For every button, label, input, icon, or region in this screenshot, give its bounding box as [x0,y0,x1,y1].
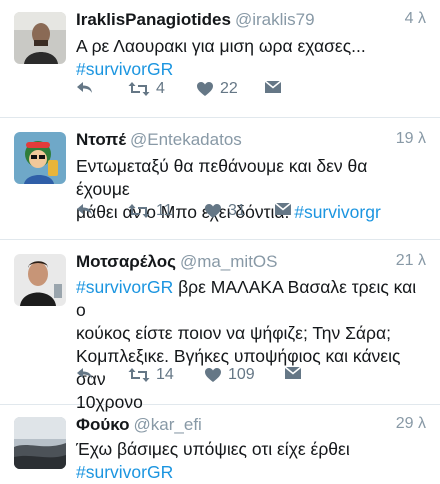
retweet-count: 11 [156,202,173,219]
direct-message-button[interactable] [274,202,292,216]
direct-message-button[interactable] [284,366,302,380]
reply-button[interactable] [76,366,94,382]
tweet-4[interactable]: Φούκο @kar_efi 29 λ Έχω βάσιμες υπόψιες ο… [0,405,440,484]
like-button[interactable]: 22 [196,80,238,98]
tweet-text: Α ρε Λαουρακι για μιση ωρα εχασες... #su… [76,35,424,81]
reply-button[interactable] [76,80,94,96]
envelope-icon [264,80,282,93]
tweet-3[interactable]: Μοτσαρέλος @ma_mitOS 21 λ #survivorGR βρε… [0,240,440,412]
timestamp[interactable]: 29 λ [396,415,426,433]
reply-button[interactable] [76,202,94,218]
tweet-actions: 4 22 [76,80,416,102]
reply-icon [77,368,92,379]
retweet-icon [128,82,150,96]
tweet-text-line: Α ρε Λαουρακι για μιση ωρα εχασες... [76,36,366,56]
like-count: 31 [228,202,246,219]
timestamp[interactable]: 4 λ [405,10,426,28]
reply-icon [77,204,92,215]
tweet-header: Φούκο @kar_efi 29 λ [76,415,426,439]
tweet-text-line: κούκος είστε ποιον να ψήφιζε; Την Σάρα; [76,323,391,343]
tweet-header: IraklisPanagiotides @iraklis79 4 λ [76,10,426,34]
user-handle[interactable]: @kar_efi [134,415,202,434]
like-count: 22 [220,80,238,97]
hashtag-link[interactable]: #survivorGR [76,59,173,79]
timestamp[interactable]: 19 λ [396,130,426,148]
tweet-2[interactable]: Ντοπέ @Entekadatos 19 λ Εντωμεταξύ θα πεθ… [0,118,440,240]
display-name[interactable]: IraklisPanagiotides [76,10,231,29]
avatar-fouko[interactable] [14,417,66,469]
retweet-count: 14 [156,366,174,383]
retweet-button[interactable]: 11 [128,202,173,220]
hashtag-link[interactable]: #survivorGR [76,462,173,482]
like-button[interactable]: 109 [204,366,255,384]
tweet-feed: IraklisPanagiotides @iraklis79 4 λ Α ρε Λ… [0,0,440,484]
tweet-header: Μοτσαρέλος @ma_mitOS 21 λ [76,252,426,276]
tweet-header: Ντοπέ @Entekadatos 19 λ [76,130,426,154]
avatar-ntope[interactable] [14,132,66,184]
direct-message-button[interactable] [264,80,282,94]
tweet-actions: 11 31 [76,202,416,224]
display-name[interactable]: Ντοπέ [76,130,126,149]
timestamp[interactable]: 21 λ [396,252,426,270]
retweet-icon [128,204,150,218]
tweet-text-line: Έχω βάσιμες υπόψιες οτι είχε έρθει [76,439,350,459]
avatar-motsarelos[interactable] [14,254,66,306]
hashtag-link[interactable]: #survivorGR [76,277,173,297]
user-handle[interactable]: @Entekadatos [130,130,242,149]
tweet-text-line: Εντωμεταξύ θα πεθάνουμε και δεν θα έχουμ… [76,156,368,199]
envelope-icon [274,202,292,215]
retweet-icon [128,368,150,382]
avatar-iraklis[interactable] [14,12,66,64]
tweet-1[interactable]: IraklisPanagiotides @iraklis79 4 λ Α ρε Λ… [0,0,440,118]
tweet-actions: 14 109 [76,366,416,388]
user-handle[interactable]: @iraklis79 [235,10,315,29]
display-name[interactable]: Μοτσαρέλος [76,252,176,271]
heart-icon [197,82,213,96]
retweet-count: 4 [156,80,165,97]
heart-icon [205,368,221,382]
display-name[interactable]: Φούκο [76,415,130,434]
user-handle[interactable]: @ma_mitOS [180,252,278,271]
tweet-text: Έχω βάσιμες υπόψιες οτι είχε έρθει #surv… [76,438,424,484]
like-button[interactable]: 31 [204,202,246,220]
like-count: 109 [228,366,255,383]
heart-icon [205,204,221,218]
tweet-text: #survivorGR βρε ΜΑΛΑΚΑ Βασαλε τρεις και … [76,276,424,414]
envelope-icon [284,366,302,379]
retweet-button[interactable]: 4 [128,80,165,98]
reply-icon [77,82,92,93]
retweet-button[interactable]: 14 [128,366,174,384]
